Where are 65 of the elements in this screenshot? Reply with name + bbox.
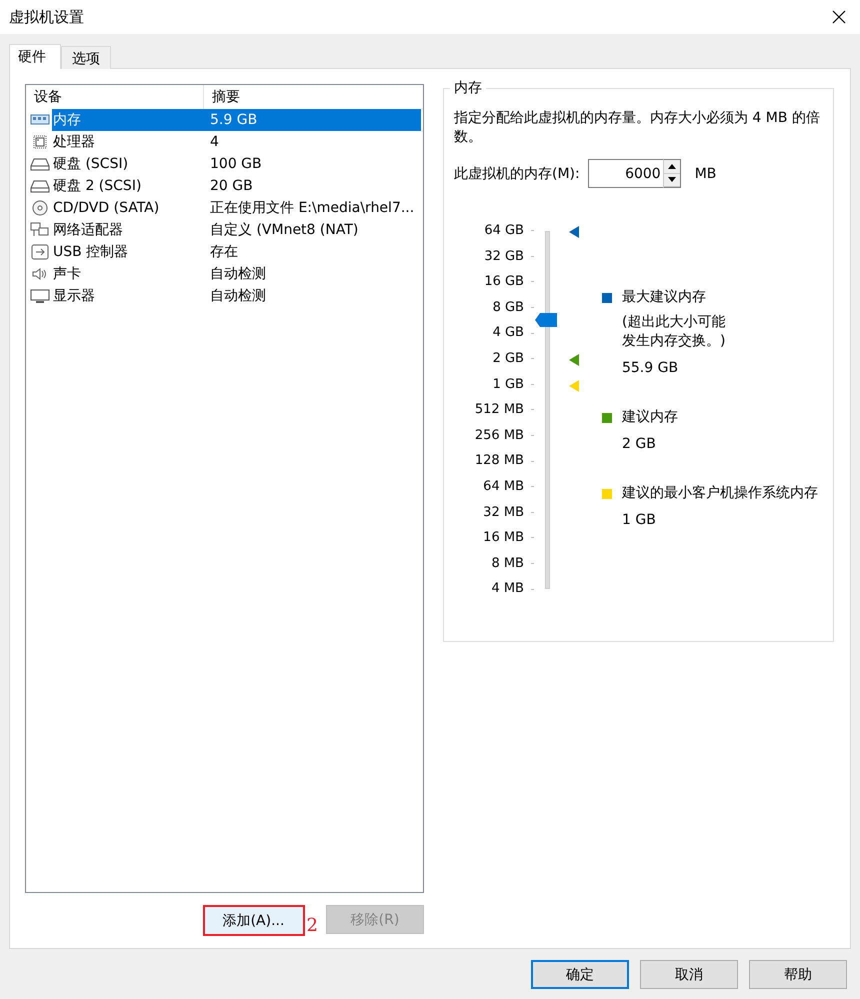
legend-value: 1 GB bbox=[622, 511, 657, 530]
device-name[interactable]: 显示器 bbox=[52, 285, 204, 307]
scale-label: 256 MB bbox=[474, 426, 524, 445]
annotation-number: 2 bbox=[306, 915, 318, 936]
usb-icon bbox=[30, 244, 50, 260]
down-arrow-icon bbox=[668, 177, 676, 182]
device-name[interactable]: USB 控制器 bbox=[52, 241, 204, 263]
device-summary: 自定义 (VMnet8 (NAT) bbox=[209, 221, 360, 240]
tab[interactable]: 硬件 bbox=[9, 44, 61, 69]
device-name[interactable]: CD/DVD (SATA) bbox=[52, 197, 204, 219]
scale-label: 128 MB bbox=[474, 452, 524, 470]
device-name[interactable]: 网络适配器 bbox=[52, 219, 204, 241]
close-icon[interactable] bbox=[832, 10, 846, 24]
device-name[interactable]: 硬盘 2 (SCSI) bbox=[52, 175, 204, 197]
monitor-icon bbox=[30, 288, 50, 304]
scale-label: 16 MB bbox=[483, 529, 524, 548]
scale-label: 4 MB bbox=[491, 580, 524, 598]
tab[interactable]: 选项 bbox=[61, 46, 111, 69]
device-summary: 正在使用文件 E:\media\rhel7... bbox=[209, 199, 416, 218]
device-name[interactable]: 声卡 bbox=[52, 263, 204, 285]
group-title: 内存 bbox=[450, 79, 486, 97]
scale-label: 32 GB bbox=[484, 248, 524, 266]
memory-field[interactable]: 6000 bbox=[588, 159, 663, 188]
column-header[interactable]: 摘要 bbox=[204, 85, 240, 109]
legend-label: 建议的最小客户机操作系统内存 bbox=[622, 484, 819, 503]
scale-label: 16 GB bbox=[484, 273, 524, 292]
scale-label: 1 GB bbox=[492, 376, 524, 394]
device-name[interactable]: 处理器 bbox=[52, 131, 204, 153]
window-title: 虚拟机设置 bbox=[9, 8, 84, 26]
unit-label: MB bbox=[694, 166, 716, 182]
spin-buttons[interactable] bbox=[662, 159, 681, 188]
legend-value: 55.9 GB bbox=[622, 359, 680, 378]
legend-label: 建议内存 bbox=[622, 408, 679, 427]
device-summary: 自动检测 bbox=[209, 265, 267, 284]
up-arrow-icon bbox=[668, 164, 676, 169]
legend-note: (超出此大小可能发生内存交换。) bbox=[622, 313, 726, 351]
drive-icon bbox=[30, 156, 50, 172]
device-summary: 存在 bbox=[209, 243, 239, 262]
dialog-button[interactable]: 确定 bbox=[531, 960, 629, 989]
dialog-button[interactable]: 帮助 bbox=[749, 960, 847, 989]
scale-label: 512 MB bbox=[474, 401, 524, 420]
memory-description: 指定分配给此虚拟机的内存量。内存大小必须为 4 MB 的倍数。 bbox=[454, 109, 821, 147]
drive-icon bbox=[30, 178, 50, 194]
slider-thumb[interactable] bbox=[534, 312, 557, 327]
list-button[interactable]: 添加(A)... bbox=[202, 905, 305, 936]
device-summary: 100 GB bbox=[209, 155, 263, 174]
device-summary: 4 bbox=[209, 133, 220, 152]
device-summary: 5.9 GB bbox=[204, 109, 421, 131]
network-icon bbox=[30, 222, 50, 238]
device-summary: 20 GB bbox=[209, 177, 254, 196]
scale-label: 4 GB bbox=[492, 324, 524, 342]
scale-label: 2 GB bbox=[492, 350, 524, 368]
device-name[interactable]: 内存 bbox=[52, 109, 204, 131]
device-name[interactable]: 硬盘 (SCSI) bbox=[52, 153, 204, 175]
scale-label: 64 GB bbox=[484, 222, 524, 240]
scale-label: 8 GB bbox=[492, 298, 524, 317]
field-label: 此虚拟机的内存(M): bbox=[454, 164, 580, 182]
dialog-button[interactable]: 取消 bbox=[640, 960, 738, 989]
scale-label: 8 MB bbox=[491, 554, 524, 573]
scale-label: 64 MB bbox=[483, 478, 524, 496]
disc-icon bbox=[30, 200, 50, 216]
legend-label: 最大建议内存 bbox=[622, 288, 707, 307]
legend-value: 2 GB bbox=[622, 435, 657, 454]
scale-label: 32 MB bbox=[483, 504, 524, 522]
device-summary: 自动检测 bbox=[209, 287, 267, 306]
